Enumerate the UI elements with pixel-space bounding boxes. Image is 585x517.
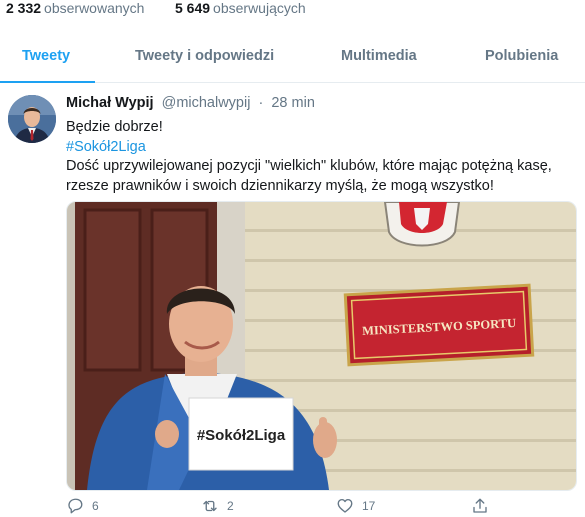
share-icon (473, 498, 487, 513)
author-handle[interactable]: @michalwypij (162, 95, 251, 111)
tweet-line-1: Będzie dobrze! (66, 119, 163, 135)
profile-stats: 2 332 obserwowanych 5 649 obserwujących (0, 0, 585, 22)
following-label: obserwowanych (44, 0, 145, 16)
tweet-actions: 6 2 17 (66, 497, 576, 517)
retweet-count: 2 (227, 499, 234, 513)
followers-stat[interactable]: 5 649 obserwujących (175, 0, 306, 16)
share-button[interactable] (471, 497, 489, 515)
followers-label: obserwujących (213, 0, 306, 16)
heart-icon (337, 498, 353, 513)
tab-media[interactable]: Multimedia (341, 48, 417, 64)
followers-count: 5 649 (175, 0, 211, 16)
tweet-time[interactable]: 28 min (271, 95, 315, 111)
following-count: 2 332 (6, 0, 42, 16)
reply-icon (68, 498, 83, 514)
retweet-icon (203, 500, 217, 512)
reply-button[interactable]: 6 (66, 497, 99, 515)
profile-tabs: Tweety Tweety i odpowiedzi Multimedia Po… (0, 36, 585, 83)
tweet-line-3: Dość uprzywilejowanej pozycji "wielkich"… (66, 158, 552, 194)
tab-tweets-and-replies[interactable]: Tweety i odpowiedzi (135, 48, 274, 64)
tab-likes[interactable]: Polubienia (485, 48, 558, 64)
tab-tweets[interactable]: Tweety (22, 48, 70, 64)
reply-count: 6 (92, 499, 99, 513)
card-text: #Sokół2Liga (197, 427, 286, 444)
author-name[interactable]: Michał Wypij (66, 95, 154, 111)
tweet-photo[interactable]: MINISTERSTWO SPORTU #Sokół2Liga (66, 201, 577, 491)
like-button[interactable]: 17 (336, 497, 375, 515)
hashtag-link[interactable]: #Sokół2Liga (66, 138, 576, 158)
photo-illustration: MINISTERSTWO SPORTU #Sokół2Liga (67, 202, 576, 490)
retweet-button[interactable]: 2 (201, 497, 234, 515)
like-count: 17 (362, 499, 376, 513)
tweet[interactable]: Michał Wypij @michalwypij · 28 min Będzi… (0, 83, 585, 517)
avatar[interactable] (8, 95, 56, 143)
tweet-header: Michał Wypij @michalwypij · 28 min (66, 95, 315, 111)
following-stat[interactable]: 2 332 obserwowanych (6, 0, 144, 16)
separator-dot: · (258, 95, 264, 111)
avatar-image (8, 95, 56, 143)
tweet-text: Będzie dobrze! #Sokół2Liga Dość uprzywil… (66, 118, 576, 196)
